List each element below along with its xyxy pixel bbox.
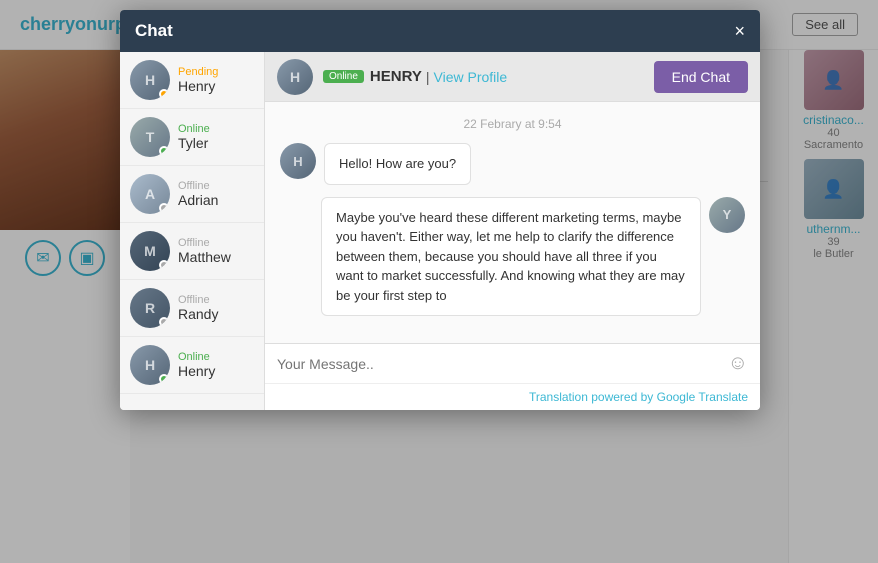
chat-messages: 22 Febrary at 9:54 H Hello! How are you?… <box>265 102 760 343</box>
emoji-button[interactable]: ☺ <box>728 352 748 375</box>
chat-user-avatar: H <box>130 60 170 100</box>
chat-user-status: Offline <box>178 294 254 306</box>
chat-main: H Online HENRY | View Profile End Chat 2… <box>265 52 760 410</box>
chat-date-divider: 22 Febrary at 9:54 <box>280 117 745 131</box>
message-bubble: Hello! How are you? <box>324 143 471 185</box>
translation-link[interactable]: Translation powered by Google Translate <box>529 390 748 404</box>
chat-modal-header: Chat × <box>120 10 760 52</box>
chat-user-status: Online <box>178 351 254 363</box>
chat-user-info: Offline Adrian <box>178 180 254 208</box>
view-profile-link[interactable]: View Profile <box>434 69 508 85</box>
chat-user-info: Offline Matthew <box>178 237 254 265</box>
chat-user-name: Tyler <box>178 135 254 151</box>
chat-header-status-badge: Online <box>323 70 364 83</box>
status-dot <box>159 260 169 270</box>
chat-user-status: Offline <box>178 180 254 192</box>
chat-user-name: Henry <box>178 363 254 379</box>
chat-user-name: Matthew <box>178 249 254 265</box>
chat-input-area: ☺ <box>265 343 760 383</box>
chat-main-header: H Online HENRY | View Profile End Chat <box>265 52 760 102</box>
chat-user-info: Offline Randy <box>178 294 254 322</box>
chat-body: H Pending Henry T Online Tyler A Offline… <box>120 52 760 410</box>
header-separator: | <box>426 69 430 85</box>
chat-header-avatar: H <box>277 59 313 95</box>
chat-user-info: Pending Henry <box>178 66 254 94</box>
message-row-1: H Hello! How are you? <box>280 143 745 185</box>
chat-close-button[interactable]: × <box>734 22 745 40</box>
chat-user-name: Henry <box>178 78 254 94</box>
chat-user-info: Online Henry <box>178 351 254 379</box>
translation-notice: Translation powered by Google Translate <box>265 383 760 410</box>
chat-user-item-matthew[interactable]: M Offline Matthew <box>120 223 264 280</box>
chat-user-info: Online Tyler <box>178 123 254 151</box>
message-avatar: Y <box>709 197 745 233</box>
end-chat-button[interactable]: End Chat <box>654 61 748 93</box>
status-dot <box>159 146 169 156</box>
chat-user-name: Adrian <box>178 192 254 208</box>
chat-user-status: Pending <box>178 66 254 78</box>
chat-user-avatar: T <box>130 117 170 157</box>
status-dot <box>159 89 169 99</box>
message-input[interactable] <box>277 356 728 372</box>
status-dot <box>159 374 169 384</box>
chat-user-item-tyler[interactable]: T Online Tyler <box>120 109 264 166</box>
chat-modal: Chat × H Pending Henry T Online Tyler A <box>120 10 760 410</box>
chat-user-status: Online <box>178 123 254 135</box>
message-row-2: Y Maybe you've heard these different mar… <box>280 197 745 317</box>
status-dot <box>159 203 169 213</box>
chat-user-name: Randy <box>178 306 254 322</box>
chat-user-status: Offline <box>178 237 254 249</box>
chat-overlay: Chat × H Pending Henry T Online Tyler A <box>0 0 878 563</box>
chat-user-item-henry[interactable]: H Online Henry <box>120 337 264 394</box>
chat-user-item-adrian[interactable]: A Offline Adrian <box>120 166 264 223</box>
chat-sidebar: H Pending Henry T Online Tyler A Offline… <box>120 52 265 410</box>
chat-header-name: HENRY <box>370 68 422 85</box>
chat-modal-title: Chat <box>135 21 173 41</box>
message-bubble: Maybe you've heard these different marke… <box>321 197 701 317</box>
chat-user-item-randy[interactable]: R Offline Randy <box>120 280 264 337</box>
status-dot <box>159 317 169 327</box>
chat-user-avatar: A <box>130 174 170 214</box>
message-avatar: H <box>280 143 316 179</box>
chat-user-avatar: R <box>130 288 170 328</box>
chat-user-item-henry[interactable]: H Pending Henry <box>120 52 264 109</box>
chat-user-avatar: M <box>130 231 170 271</box>
chat-user-avatar: H <box>130 345 170 385</box>
